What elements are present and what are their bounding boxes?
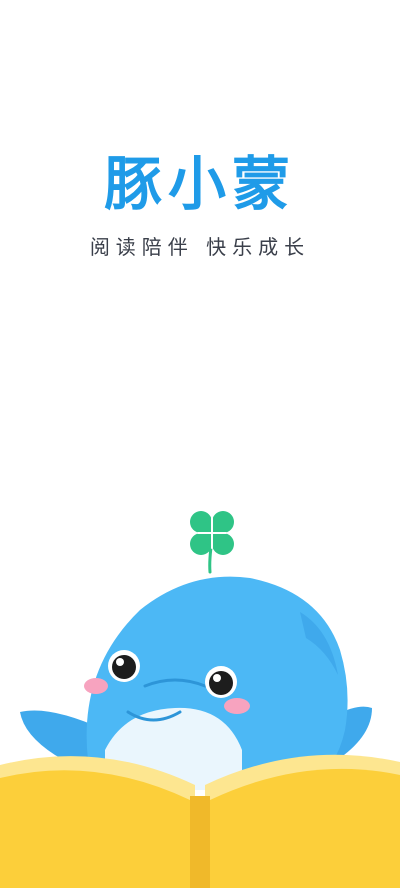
app-title: 豚小蒙 (103, 150, 296, 218)
dolphin-left-cheek (84, 678, 108, 694)
dolphin-left-eye (108, 650, 140, 682)
dolphin-right-cheek (224, 698, 250, 714)
dolphin-right-eye (205, 666, 237, 698)
app-slogan: 阅读陪伴 快乐成长 (89, 235, 311, 259)
mascot-illustration (0, 511, 400, 888)
splash-screen: 豚小蒙 阅读陪伴 快乐成长 (0, 0, 400, 888)
